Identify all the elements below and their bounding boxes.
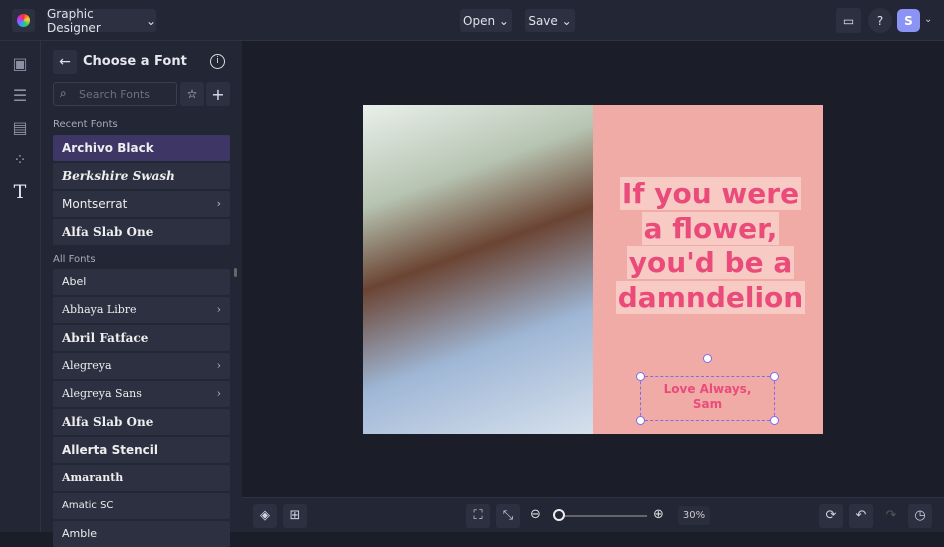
signoff-text-box[interactable]: Love Always, Sam: [636, 354, 779, 425]
font-item[interactable]: Alegreya ›: [53, 353, 230, 379]
headline-line: you'd be a: [626, 246, 795, 279]
font-item[interactable]: Alfa Slab One: [53, 219, 230, 245]
font-item[interactable]: Archivo Black: [53, 135, 230, 161]
scrollbar[interactable]: [234, 268, 237, 277]
font-label: Amatic SC: [62, 500, 114, 511]
layers-icon[interactable]: ◈: [253, 504, 277, 528]
resize-handle[interactable]: [770, 416, 779, 425]
font-label: Alegreya: [62, 359, 112, 372]
refresh-icon[interactable]: ⟳: [819, 504, 843, 528]
zoom-slider-handle[interactable]: [553, 509, 565, 521]
save-label: Save: [528, 13, 558, 28]
panel-title: Choose a Font: [83, 54, 187, 69]
font-item[interactable]: Berkshire Swash: [53, 163, 230, 189]
rotate-handle[interactable]: [703, 354, 712, 363]
chevron-right-icon: ›: [216, 359, 221, 372]
adjust-icon[interactable]: ☰: [11, 87, 29, 105]
recent-fonts-label: Recent Fonts: [53, 119, 118, 130]
zoom-slider[interactable]: [557, 515, 647, 517]
search-icon: ⌕: [60, 86, 67, 100]
comments-icon[interactable]: ▭: [836, 8, 861, 33]
image-icon[interactable]: ▣: [11, 55, 29, 73]
headline-line: If you were: [619, 177, 802, 210]
font-label: Berkshire Swash: [62, 169, 175, 183]
search-input[interactable]: ⌕ Search Fonts: [53, 82, 177, 106]
chevron-right-icon: ›: [216, 197, 221, 210]
font-item[interactable]: Abril Fatface: [53, 325, 230, 351]
font-label: Alegreya Sans: [62, 387, 142, 400]
shrink-icon[interactable]: ⤡: [496, 504, 520, 528]
chevron-down-icon[interactable]: ⌄: [924, 14, 932, 25]
workspace-dropdown[interactable]: Graphic Designer ⌄: [47, 6, 156, 35]
font-label: Montserrat: [62, 197, 128, 211]
font-item[interactable]: Amatic SC: [53, 493, 230, 519]
zoom-out-icon[interactable]: ⊖: [530, 507, 541, 522]
search-placeholder: Search Fonts: [79, 88, 150, 101]
font-item[interactable]: Alfa Slab One: [53, 409, 230, 435]
all-fonts-label: All Fonts: [53, 254, 96, 265]
text-icon[interactable]: T: [11, 183, 29, 202]
signoff-line: Love Always,: [663, 382, 752, 396]
resize-handle[interactable]: [636, 372, 645, 381]
font-label: Abel: [62, 275, 87, 288]
fit-screen-icon[interactable]: ⛶: [466, 504, 490, 528]
top-bar: Graphic Designer ⌄ Open ⌄ Save ⌄ ▭ ? S ⌄: [0, 0, 944, 41]
font-label: Allerta Stencil: [62, 443, 158, 457]
graphics-icon[interactable]: ⁘: [11, 151, 29, 169]
headline-text[interactable]: If you were a flower, you'd be a damndel…: [603, 177, 818, 315]
open-label: Open: [463, 13, 496, 28]
grid-icon[interactable]: ⊞: [283, 504, 307, 528]
workspace-label: Graphic Designer: [47, 6, 101, 35]
undo-icon[interactable]: ↶: [849, 504, 873, 528]
font-item[interactable]: Amble: [53, 521, 230, 547]
font-item[interactable]: Montserrat ›: [53, 191, 230, 217]
back-arrow-icon[interactable]: ←: [53, 50, 77, 74]
favorites-star-icon[interactable]: ☆: [180, 82, 204, 106]
font-label: Amaranth: [62, 471, 124, 484]
layout-icon[interactable]: ▤: [11, 119, 29, 137]
open-button[interactable]: Open ⌄: [460, 9, 512, 32]
chevron-down-icon: ⌄: [145, 13, 156, 28]
bottom-toolbar: ◈ ⊞ ⛶ ⤡ ⊖ ⊕ 30% ⟳ ↶ ↷ ◷: [242, 497, 944, 532]
font-label: Alfa Slab One: [62, 415, 154, 429]
font-item[interactable]: Allerta Stencil: [53, 437, 230, 463]
headline-line: a flower,: [641, 211, 780, 245]
history-icon[interactable]: ◷: [908, 504, 932, 528]
resize-handle[interactable]: [770, 372, 779, 381]
zoom-in-icon[interactable]: ⊕: [653, 507, 664, 522]
logo-icon: [17, 14, 30, 27]
font-label: Archivo Black: [62, 141, 154, 155]
redo-icon[interactable]: ↷: [879, 504, 903, 528]
avatar-initial: S: [904, 13, 913, 28]
signoff-line: Sam: [692, 397, 723, 411]
font-label: Abhaya Libre: [62, 303, 137, 316]
font-item[interactable]: Abel: [53, 269, 230, 295]
font-label: Amble: [62, 527, 98, 540]
zoom-percentage[interactable]: 30%: [678, 506, 710, 525]
font-item[interactable]: Alegreya Sans ›: [53, 381, 230, 407]
chevron-right-icon: ›: [216, 387, 221, 400]
info-icon[interactable]: i: [210, 54, 225, 69]
font-item[interactable]: Amaranth: [53, 465, 230, 491]
save-button[interactable]: Save ⌄: [525, 9, 575, 32]
resize-handle[interactable]: [636, 416, 645, 425]
font-label: Alfa Slab One: [62, 225, 154, 239]
couple-photo[interactable]: [363, 105, 593, 434]
font-label: Abril Fatface: [62, 331, 149, 345]
app-logo[interactable]: [12, 9, 35, 32]
help-icon[interactable]: ?: [868, 8, 892, 33]
avatar[interactable]: S: [897, 9, 920, 32]
add-font-button[interactable]: +: [206, 82, 230, 106]
chevron-right-icon: ›: [216, 303, 221, 316]
headline-line: damndelion: [615, 280, 806, 314]
design-canvas[interactable]: If you were a flower, you'd be a damndel…: [363, 105, 823, 434]
font-panel: ← Choose a Font i ⌕ Search Fonts ☆ + Rec…: [41, 41, 242, 547]
font-item[interactable]: Abhaya Libre ›: [53, 297, 230, 323]
tool-rail: ▣ ☰ ▤ ⁘ T: [0, 41, 41, 532]
